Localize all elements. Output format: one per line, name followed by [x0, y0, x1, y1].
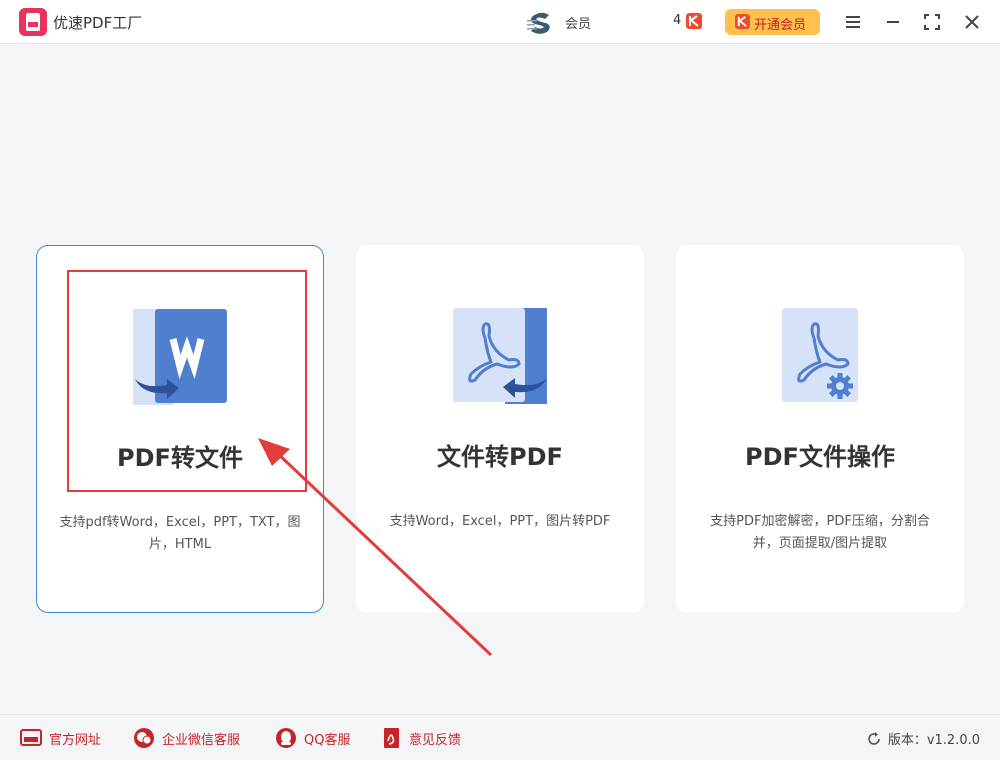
footer-link-label: QQ客服 [304, 733, 351, 748]
footer: 官方网址 企业微信客服 QQ客服 意见反馈 版本：v1.2.0.0 [0, 714, 1000, 760]
version-label: 版本：v1.2.0.0 [887, 733, 980, 748]
refresh-icon[interactable] [866, 731, 882, 747]
footer-link-wechat[interactable]: 企业微信客服 [133, 727, 253, 749]
footer-link-label: 官方网址 [49, 733, 102, 748]
feedback-icon [384, 728, 399, 748]
footer-link-feedback[interactable]: 意见反馈 [381, 727, 471, 749]
footer-link-website[interactable]: 官方网址 [20, 727, 110, 749]
footer-link-qq[interactable]: QQ客服 [275, 727, 360, 749]
footer-link-label: 企业微信客服 [162, 733, 241, 748]
footer-link-label: 意见反馈 [409, 733, 462, 748]
annotation-arrow [258, 438, 493, 657]
wechat-icon [134, 728, 154, 748]
version-info: 版本：v1.2.0.0 [866, 729, 980, 748]
website-icon [20, 729, 42, 746]
qq-icon [276, 728, 296, 748]
